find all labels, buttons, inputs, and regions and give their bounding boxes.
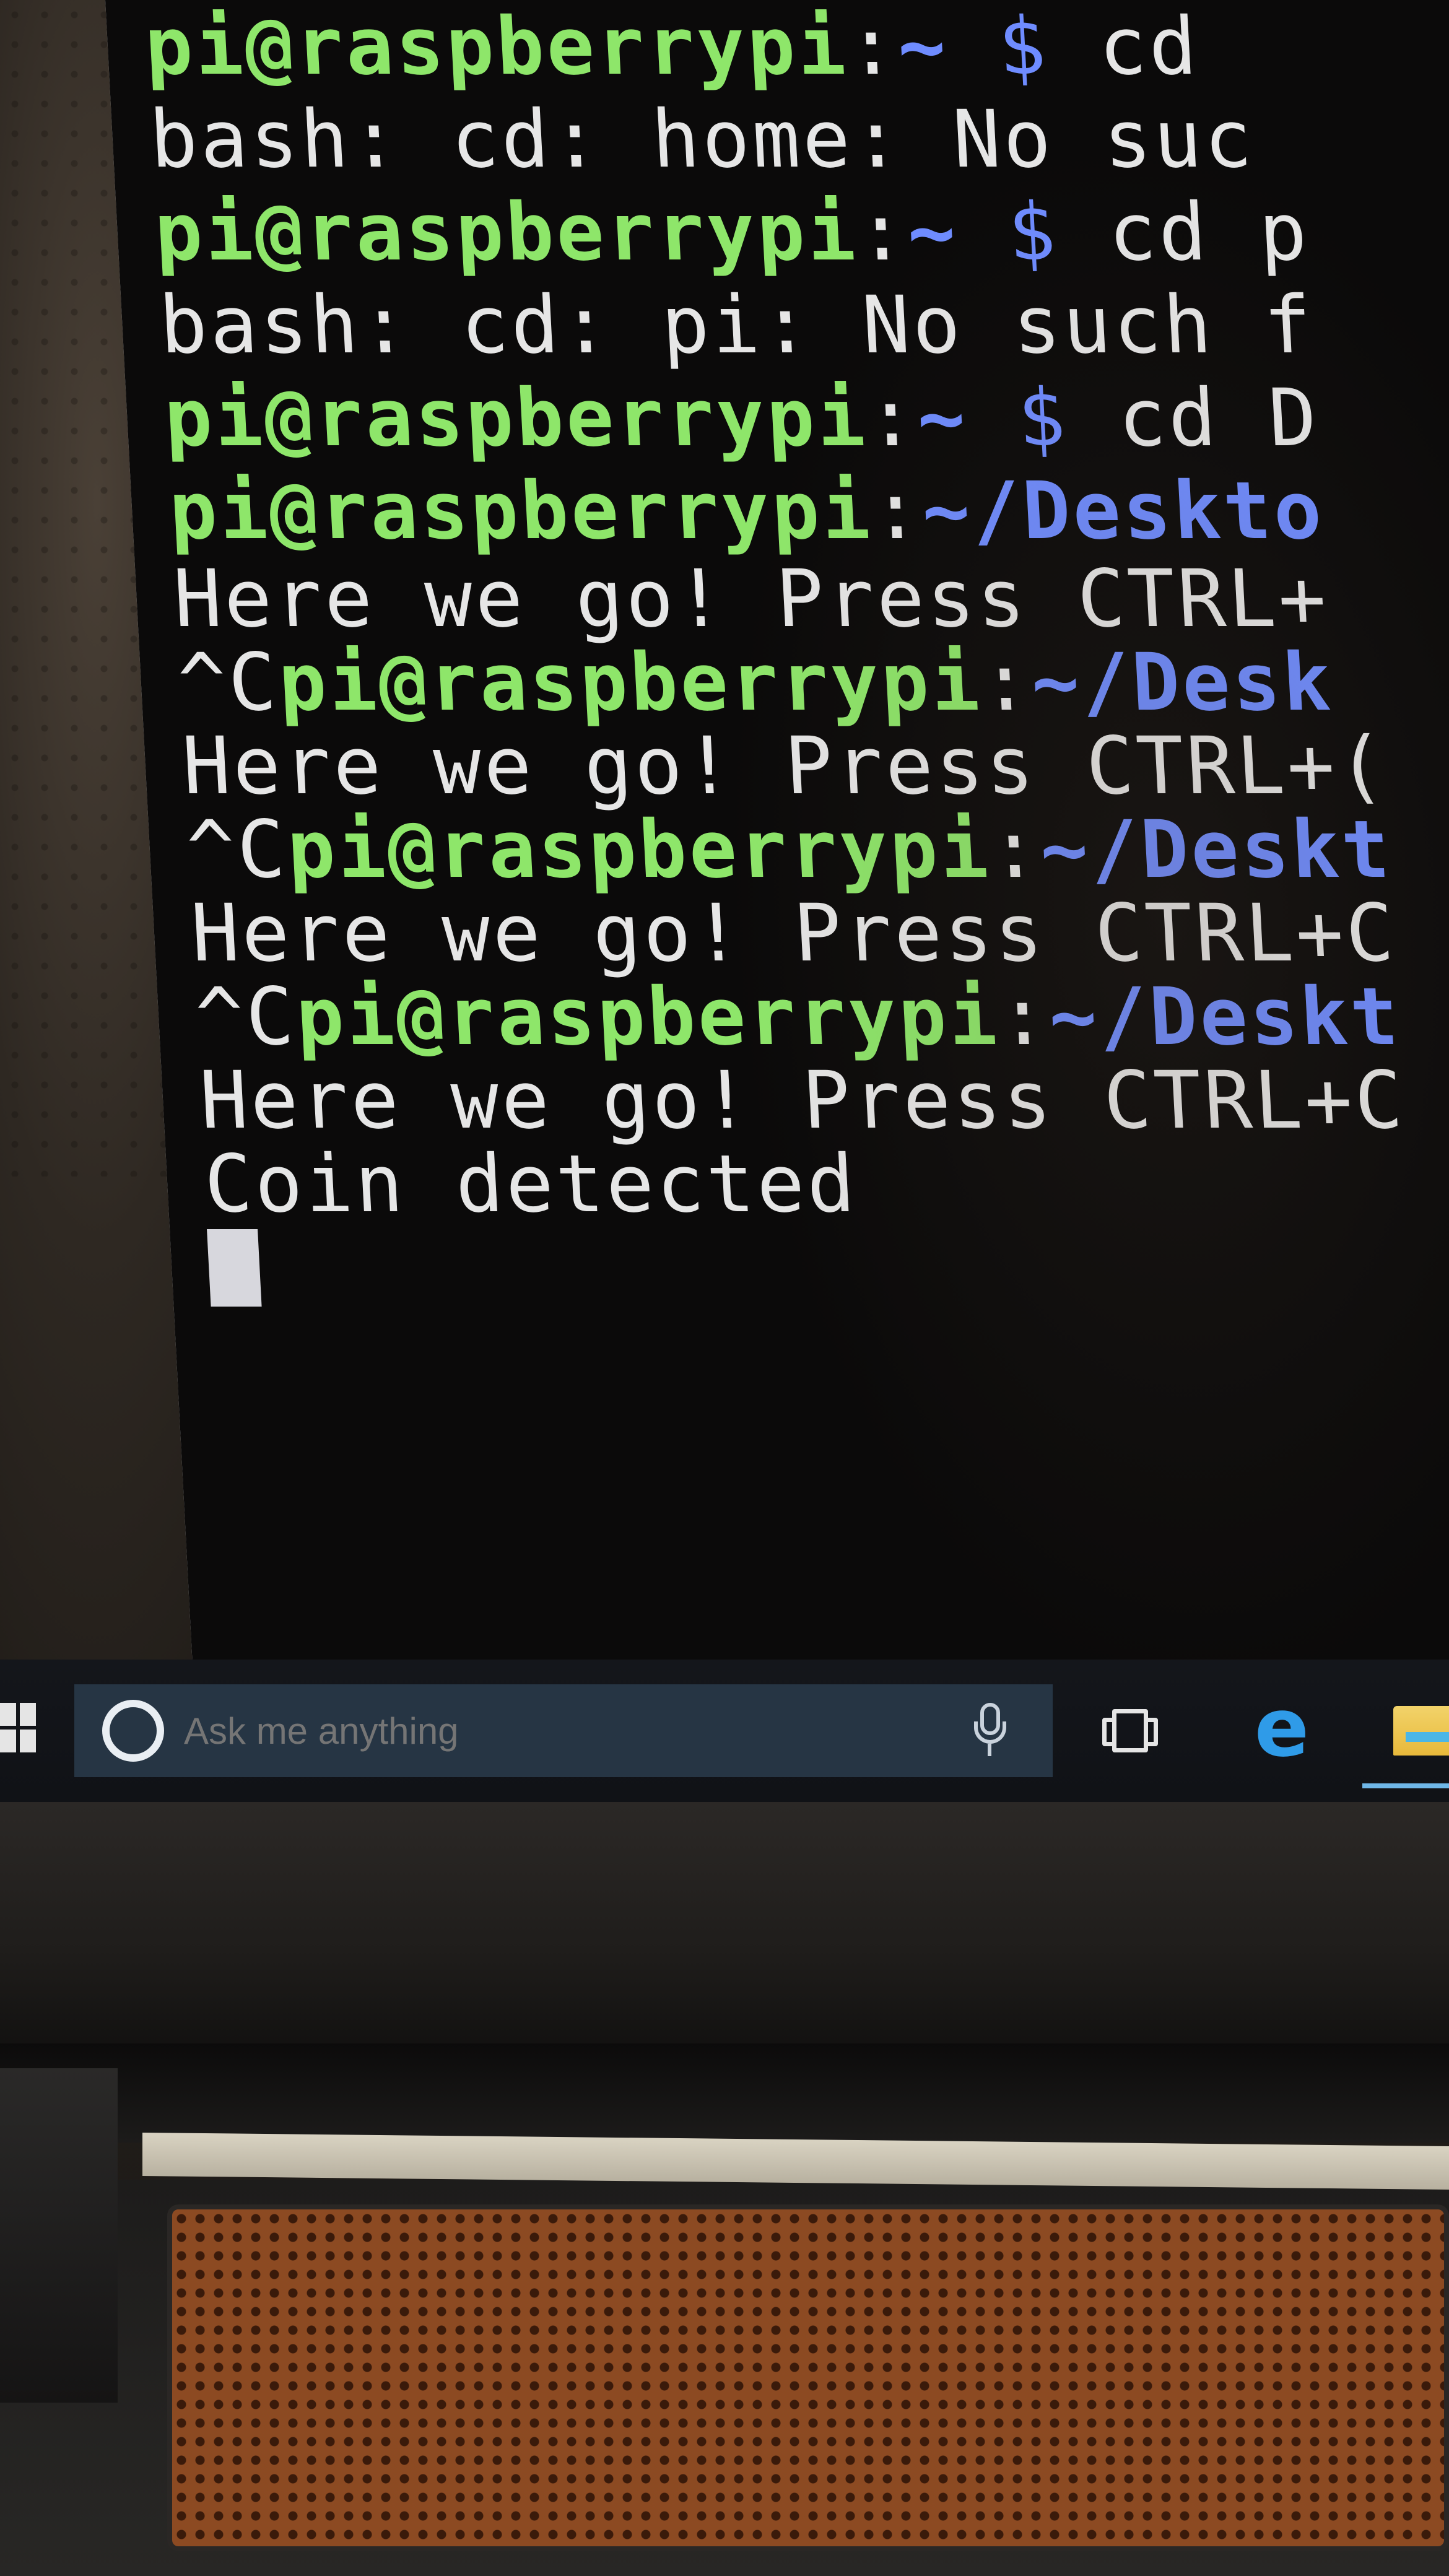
terminal-output: pi@raspberrypi: ~ $ cd bash: cd: home: No… [142,0,1449,1310]
output-text: Here we go! Press CTRL+C [189,887,1399,980]
cortana-search-box[interactable] [74,1684,1053,1777]
logo-pane [0,1730,16,1752]
prompt-separator: : [996,971,1052,1063]
typed-command: cd D [1115,372,1321,464]
terminal-line: pi@raspberrypi: ~ $ cd p [152,186,1449,279]
active-app-indicator [1362,1783,1449,1788]
prompt-dollar: $ [965,372,1121,464]
terminal-line: ^C pi@raspberrypi: ~/Desk [176,637,1449,729]
terminal-line: Here we go! Press CTRL+C [189,887,1449,980]
output-text: bash: cd: home: No suc [147,93,1257,186]
speaker-grille [167,2204,1449,2551]
photo-scene: pi@raspberrypi: ~ $ cd bash: cd: home: No… [0,0,1449,2576]
terminal-line: pi@raspberrypi: ~/Deskto [167,464,1449,557]
prompt-separator: : [864,372,920,464]
ctrl-c-echo: ^C [175,637,281,729]
output-text: Coin detected [202,1138,859,1230]
output-text: Here we go! Press CTRL+( [180,720,1390,812]
task-view-icon[interactable] [1102,1709,1158,1752]
terminal-line: ^C pi@raspberrypi: ~/Deskt [185,804,1449,896]
prompt-user: pi@raspberrypi [276,637,984,729]
hinge-block [0,2068,118,2403]
terminal-line: bash: cd: pi: No such f [157,279,1449,372]
terminal-line: Here we go! Press CTRL+( [180,720,1449,812]
logo-pane [20,1730,36,1752]
typed-command: cd p [1105,186,1312,279]
prompt-user: pi@raspberrypi [285,804,993,896]
terminal-line: pi@raspberrypi: ~ $ cd [142,0,1449,93]
terminal-line: Here we go! Press CTRL+ [172,553,1449,645]
prompt-path: ~/Deskto [920,464,1326,557]
terminal-line: Coin detected [202,1138,1449,1230]
mic-base [988,1744,991,1756]
terminal-line: Here we go! Press CTRL+C [198,1055,1449,1147]
prompt-path: ~/Deskt [1046,971,1403,1063]
explorer-stripe [1406,1732,1449,1742]
terminal-line [207,1226,1449,1310]
windows-logo-icon[interactable] [0,1703,37,1752]
ctrl-c-echo: ^C [193,971,299,1063]
monitor-bezel [0,1802,1449,2050]
typed-command: cd [1096,0,1202,93]
monitor-screen: pi@raspberrypi: ~ $ cd bash: cd: home: No… [0,0,1449,1684]
prompt-separator: : [978,637,1034,729]
prompt-path: ~/Desk [1029,637,1336,729]
output-text: Here we go! Press CTRL+C [198,1055,1408,1147]
windows-taskbar: e [0,1660,1449,1802]
output-text: bash: cd: pi: No such f [157,279,1316,372]
prompt-path: ~ [895,0,951,93]
terminal-window[interactable]: pi@raspberrypi: ~ $ cd bash: cd: home: No… [105,0,1449,1672]
cortana-circle-icon[interactable] [102,1700,164,1762]
prompt-dollar: $ [955,186,1111,279]
microphone-icon[interactable] [957,1697,1025,1765]
output-text: Here we go! Press CTRL+ [171,553,1331,645]
ctrl-c-echo: ^C [185,804,290,896]
search-input[interactable] [183,1708,957,1753]
logo-pane [20,1703,36,1726]
prompt-user: pi@raspberrypi [167,464,875,557]
prompt-dollar: $ [946,0,1102,93]
terminal-line: pi@raspberrypi: ~ $ cd D [162,372,1449,464]
prompt-separator: : [845,0,900,93]
prompt-path: ~ [905,186,960,279]
prompt-separator: : [988,804,1043,896]
terminal-line: bash: cd: home: No suc [147,93,1449,186]
prompt-path: ~/Deskt [1038,804,1395,896]
prompt-separator: : [869,464,925,557]
mic-stand [974,1721,1006,1744]
prompt-user: pi@raspberrypi [142,0,850,93]
prompt-separator: : [855,186,910,279]
prompt-user: pi@raspberrypi [152,186,860,279]
prompt-user: pi@raspberrypi [294,971,1001,1063]
logo-pane [0,1703,16,1726]
file-explorer-icon[interactable] [1393,1706,1449,1756]
terminal-cursor [207,1229,262,1307]
edge-browser-icon[interactable]: e [1245,1687,1319,1768]
laptop-hinge [0,2043,1449,2143]
task-view-front [1112,1709,1148,1752]
terminal-line: ^C pi@raspberrypi: ~/Deskt [193,971,1449,1063]
prompt-path: ~ [915,372,970,464]
prompt-user: pi@raspberrypi [162,372,870,464]
